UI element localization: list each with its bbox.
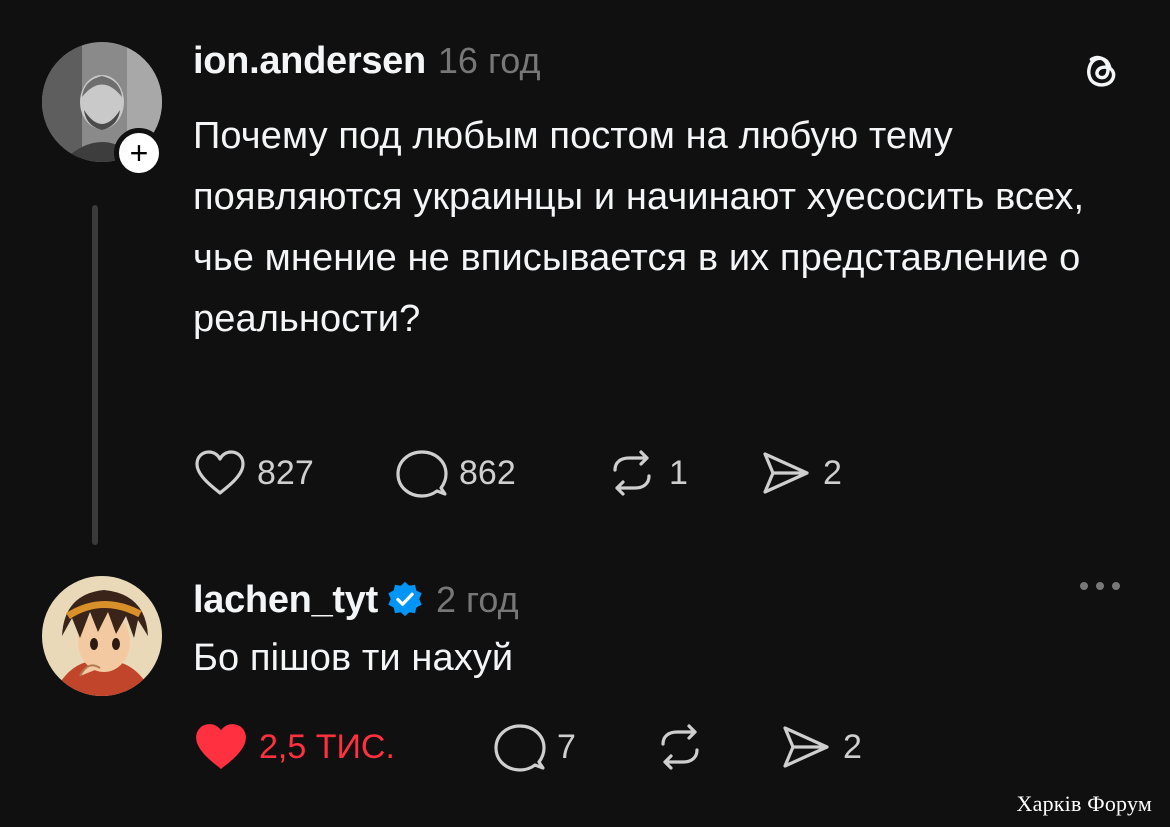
verified-icon xyxy=(388,581,422,617)
plus-icon: + xyxy=(129,135,149,171)
comment-icon xyxy=(396,450,448,498)
share-icon xyxy=(783,726,829,768)
repost-button[interactable] xyxy=(653,722,779,772)
username[interactable]: ion.andersen xyxy=(193,40,426,83)
share-button[interactable]: 2 xyxy=(779,722,899,772)
reply-button[interactable]: 7 xyxy=(493,722,653,772)
avatar[interactable] xyxy=(42,576,162,696)
watermark: Харків Форум xyxy=(1016,791,1152,816)
reply-count: 7 xyxy=(557,727,576,766)
share-count: 2 xyxy=(823,453,842,492)
like-button[interactable]: 2,5 ТИС. xyxy=(193,722,493,772)
like-count: 827 xyxy=(257,453,314,492)
repost-icon xyxy=(661,724,699,770)
reply-count: 862 xyxy=(459,453,516,492)
thread-line xyxy=(92,205,98,545)
share-count: 2 xyxy=(843,727,862,766)
timestamp: 16 год xyxy=(437,40,541,81)
repost-icon xyxy=(613,450,651,496)
post-header: ion.andersen 16 год xyxy=(193,40,541,83)
post-header: lachen_tyt 2 год xyxy=(193,574,519,622)
dot xyxy=(1112,582,1120,590)
share-button[interactable]: 2 xyxy=(759,448,879,498)
post-text: Почему под любым постом на любую тему по… xyxy=(193,115,1085,340)
follow-button[interactable]: + xyxy=(114,128,164,178)
thread-post: + ion.andersen 16 год Почему под любым п… xyxy=(0,0,1170,560)
like-count: 2,5 ТИС. xyxy=(259,727,395,766)
more-icon[interactable] xyxy=(1080,582,1120,590)
like-button[interactable]: 827 xyxy=(193,448,395,498)
avatar-anime-character xyxy=(42,576,162,696)
action-bar: 827 862 1 2 xyxy=(193,448,879,498)
heart-icon xyxy=(196,724,246,769)
reply-button[interactable]: 862 xyxy=(395,448,605,498)
action-bar: 2,5 ТИС. 7 2 xyxy=(193,722,899,772)
dot xyxy=(1080,582,1088,590)
reply-post: lachen_tyt 2 год Бо пішов ти нахуй 2,5 Т… xyxy=(0,560,1170,827)
timestamp: 2 год xyxy=(435,579,519,620)
dot xyxy=(1096,582,1104,590)
post-text: Бо пішов ти нахуй xyxy=(193,637,514,679)
repost-button[interactable]: 1 xyxy=(605,448,759,498)
threads-logo-icon[interactable] xyxy=(1078,46,1124,92)
username[interactable]: lachen_tyt xyxy=(193,579,378,622)
repost-count: 1 xyxy=(669,453,688,492)
comment-icon xyxy=(494,724,546,772)
share-icon xyxy=(763,452,809,494)
heart-icon xyxy=(195,450,245,495)
